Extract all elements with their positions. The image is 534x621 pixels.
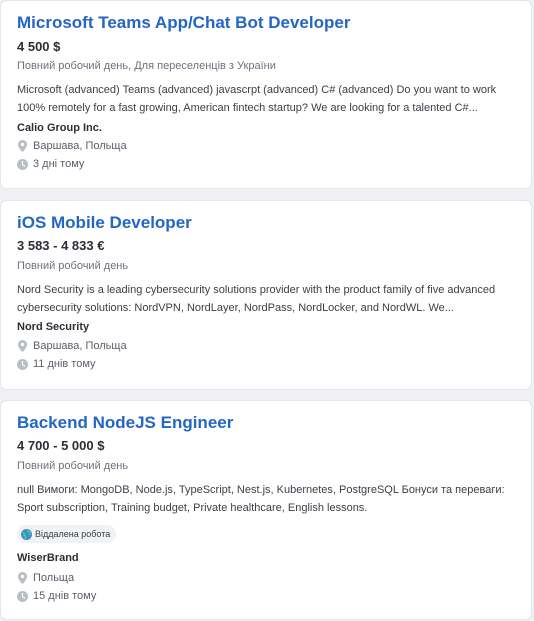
job-location: Варшава, Польща <box>17 339 127 353</box>
job-title-link[interactable]: Backend NodeJS Engineer <box>17 413 233 433</box>
job-employment-type: Повний робочий день, Для переселенців з … <box>17 60 276 72</box>
job-description: null Вимоги: MongoDB, Node.js, TypeScrip… <box>17 484 505 514</box>
clock-icon <box>17 158 28 170</box>
job-posted-text: 3 дні тому <box>33 158 85 170</box>
company-name: Calio Group Inc. <box>17 122 102 134</box>
job-location: Варшава, Польща <box>17 139 127 153</box>
clock-icon <box>17 590 28 602</box>
job-salary: 4 500 $ <box>17 39 61 54</box>
location-pin-icon <box>17 140 28 152</box>
job-list: Microsoft Teams App/Chat Bot Developer 4… <box>0 0 534 621</box>
job-posted: 11 днів тому <box>17 357 96 371</box>
job-posted-text: 15 днів тому <box>33 590 97 602</box>
globe-icon <box>21 528 32 540</box>
remote-work-badge-label: Віддалена робота <box>35 529 111 539</box>
job-posted-text: 11 днів тому <box>33 358 96 370</box>
job-salary: 3 583 - 4 833 € <box>17 238 105 253</box>
location-pin-icon <box>17 340 28 352</box>
clock-icon <box>17 358 28 370</box>
job-card[interactable]: Microsoft Teams App/Chat Bot Developer 4… <box>1 1 531 188</box>
location-pin-icon <box>17 572 28 584</box>
job-location-text: Варшава, Польща <box>33 340 127 352</box>
company-name: WiserBrand <box>17 552 79 564</box>
job-description: Microsoft (advanced) Teams (advanced) ja… <box>17 84 497 114</box>
remote-work-badge: Віддалена робота <box>17 525 117 543</box>
job-location-text: Варшава, Польща <box>33 140 127 152</box>
job-title-link[interactable]: iOS Mobile Developer <box>17 213 192 233</box>
job-title-link[interactable]: Microsoft Teams App/Chat Bot Developer <box>17 13 350 33</box>
job-location-text: Польща <box>33 572 75 584</box>
job-description: Nord Security is a leading cybersecurity… <box>17 284 496 314</box>
job-employment-type: Повний робочий день <box>17 260 129 272</box>
job-location: Польща <box>17 571 74 585</box>
company-name: Nord Security <box>17 321 90 333</box>
job-employment-type: Повний робочий день <box>17 460 129 472</box>
job-card[interactable]: Backend NodeJS Engineer 4 700 - 5 000 $ … <box>1 401 531 619</box>
job-salary: 4 700 - 5 000 $ <box>17 438 105 453</box>
job-posted: 15 днів тому <box>17 589 96 603</box>
job-posted: 3 дні тому <box>17 157 84 171</box>
job-card[interactable]: iOS Mobile Developer 3 583 - 4 833 € Пов… <box>1 201 531 389</box>
